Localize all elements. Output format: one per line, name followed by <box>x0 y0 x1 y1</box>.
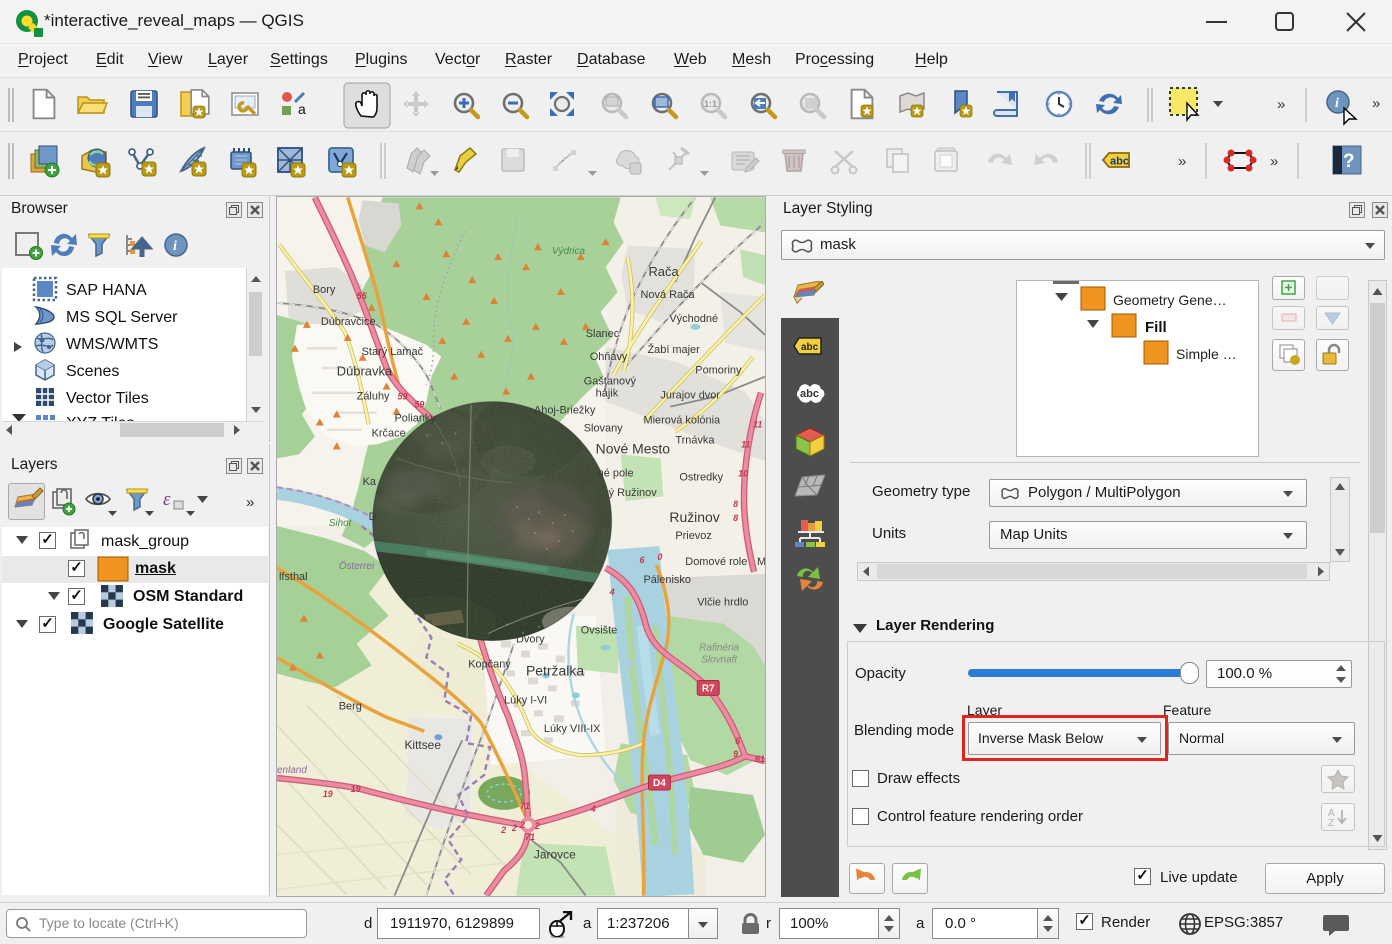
svg-text:71: 71 <box>525 832 535 842</box>
svg-text:abc: abc <box>801 342 819 353</box>
svg-text:59: 59 <box>398 392 408 402</box>
svg-text:Krčace: Krčace <box>372 427 406 439</box>
svg-text:1:1: 1:1 <box>704 99 717 109</box>
svg-text:MS SQL Server: MS SQL Server <box>66 309 178 326</box>
svg-text:11: 11 <box>741 439 750 449</box>
svg-text:Žabí majer: Žabí majer <box>647 343 700 356</box>
svg-text:4: 4 <box>590 804 596 814</box>
svg-text:Berg: Berg <box>339 700 362 712</box>
svg-text:Pomoriny: Pomoriny <box>695 365 742 377</box>
svg-text:8: 8 <box>733 499 738 509</box>
svg-text:né pole: né pole <box>598 467 634 479</box>
svg-text:Bory: Bory <box>313 284 336 296</box>
svg-text:Dúbravčice: Dúbravčice <box>321 316 376 328</box>
svg-text:61: 61 <box>755 754 765 764</box>
svg-text:2: 2 <box>511 823 517 833</box>
svg-text:Rača: Rača <box>648 264 679 279</box>
svg-text:»: » <box>246 494 254 511</box>
svg-text:19: 19 <box>323 789 333 799</box>
svg-text:19: 19 <box>351 784 361 794</box>
svg-text:Scenes: Scenes <box>66 363 119 380</box>
svg-text:4: 4 <box>609 587 615 597</box>
svg-text:Vector Tiles: Vector Tiles <box>66 390 149 407</box>
svg-text:Polianky: Polianky <box>395 413 437 425</box>
svg-text:Východné: Východné <box>669 313 718 325</box>
svg-text:i: i <box>1335 96 1339 111</box>
svg-text:Lúky VIII-IX: Lúky VIII-IX <box>544 723 601 735</box>
svg-text:2: 2 <box>534 821 540 831</box>
svg-text:ε: ε <box>163 489 171 510</box>
svg-text:R7: R7 <box>702 683 715 694</box>
svg-text:Ahoj-Briežky: Ahoj-Briežky <box>534 405 596 417</box>
svg-text:enland: enland <box>277 765 307 776</box>
svg-text:Domové role: Domové role <box>685 556 747 568</box>
svg-text:D4: D4 <box>653 778 666 789</box>
svg-text:Österrei: Österrei <box>339 561 375 572</box>
svg-text:abc: abc <box>1110 156 1129 168</box>
svg-text:M: M <box>757 556 766 568</box>
svg-text:abc: abc <box>800 388 819 400</box>
svg-text:Pálenisko: Pálenisko <box>643 574 690 586</box>
svg-text:»: » <box>1270 153 1278 170</box>
svg-text:Mierová kolónia: Mierová kolónia <box>643 415 721 427</box>
svg-text:»: » <box>1372 95 1380 112</box>
svg-text:55: 55 <box>357 291 368 301</box>
svg-text:hájik: hájik <box>596 388 619 400</box>
svg-text:2: 2 <box>519 820 525 830</box>
svg-text:a: a <box>298 101 306 117</box>
svg-text:»: » <box>1277 96 1285 113</box>
svg-text:Simple …: Simple … <box>1176 346 1237 362</box>
svg-text:Z: Z <box>1328 818 1334 829</box>
svg-text:59: 59 <box>414 400 424 410</box>
svg-text:Starý Lamač: Starý Lamač <box>362 346 424 358</box>
svg-text:WMS/WMTS: WMS/WMTS <box>66 336 158 353</box>
svg-text:Slovnaft: Slovnaft <box>701 655 738 666</box>
svg-text:Záluhy: Záluhy <box>357 391 390 403</box>
svg-text:ý Ružinov: ý Ružinov <box>609 487 658 499</box>
svg-text:Jarovce: Jarovce <box>534 848 576 862</box>
svg-text:Rafinéria: Rafinéria <box>699 643 739 654</box>
svg-text:SAP HANA: SAP HANA <box>66 282 147 299</box>
svg-text:Kopčany: Kopčany <box>468 659 511 671</box>
svg-text:Sihot: Sihot <box>329 518 353 529</box>
svg-text:Nové Mesto: Nové Mesto <box>596 440 671 456</box>
svg-text:10: 10 <box>738 468 748 478</box>
svg-text:Dvory: Dvory <box>516 634 545 646</box>
svg-text:2: 2 <box>500 825 506 835</box>
svg-text:D: D <box>369 511 377 523</box>
svg-text:»: » <box>1178 153 1186 170</box>
svg-text:Výdrica: Výdrica <box>552 246 586 257</box>
svg-text:8: 8 <box>733 513 738 523</box>
svg-text:Vlčie hrdlo: Vlčie hrdlo <box>697 597 748 609</box>
svg-text:Nová Rača: Nová Rača <box>641 289 696 301</box>
svg-text:i: i <box>173 239 177 254</box>
svg-text:Fill: Fill <box>1145 319 1167 336</box>
svg-text:Slanec: Slanec <box>586 328 620 340</box>
svg-text:Lúky I-VI: Lúky I-VI <box>504 694 547 706</box>
svg-text:Petržalka: Petržalka <box>526 662 584 678</box>
svg-text:9: 9 <box>733 749 738 759</box>
svg-text:Gaštanový: Gaštanový <box>584 376 637 388</box>
svg-text:Jurajov dvor: Jurajov dvor <box>660 390 720 402</box>
svg-text:Prievoz: Prievoz <box>675 530 711 542</box>
svg-text:Slovany: Slovany <box>584 422 623 434</box>
svg-text:Ka: Ka <box>363 476 377 488</box>
svg-text:Ružinov: Ružinov <box>669 509 719 525</box>
svg-text:Trnávka: Trnávka <box>675 434 715 446</box>
svg-text:Ostredky: Ostredky <box>679 471 723 483</box>
svg-text:?: ? <box>1343 151 1355 172</box>
svg-text:Ovsište: Ovsište <box>581 625 617 637</box>
svg-text:0: 0 <box>657 552 662 562</box>
svg-text:Geometry Gene…: Geometry Gene… <box>1113 292 1227 308</box>
svg-text:lfsthal: lfsthal <box>279 571 308 583</box>
svg-text:Dúbravka: Dúbravka <box>337 364 393 379</box>
svg-text:Ohňavy: Ohňavy <box>590 351 628 363</box>
svg-text:71: 71 <box>520 801 530 811</box>
svg-text:Kittsee: Kittsee <box>404 738 441 752</box>
svg-text:11: 11 <box>753 419 762 429</box>
